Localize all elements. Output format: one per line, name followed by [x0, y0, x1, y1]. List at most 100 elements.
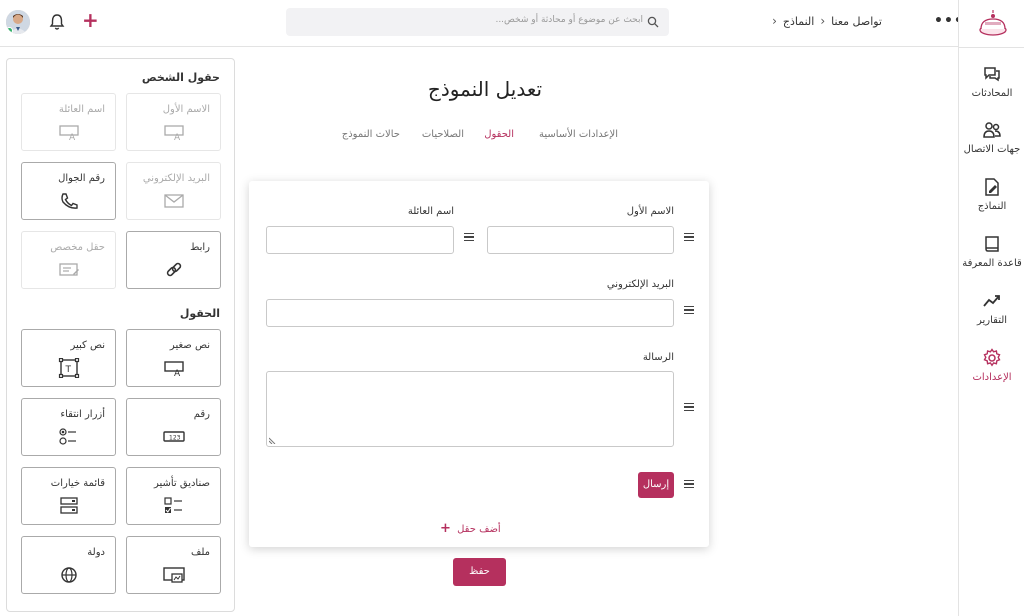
field-tile-number[interactable]: رقم 123 — [126, 398, 221, 456]
logo[interactable] — [977, 8, 1009, 38]
search-bar[interactable]: ابحث عن موضوع أو محادثة أو شخص... — [286, 8, 669, 36]
drag-handle-icon[interactable] — [684, 480, 694, 489]
gear-icon — [983, 348, 1001, 367]
add-icon[interactable]: + — [82, 10, 99, 30]
field-tile-last-name[interactable]: اسم العائلة A — [21, 93, 116, 151]
add-field-label: أضف حقل — [457, 524, 501, 535]
field-tile-small-text[interactable]: نص صغير A — [126, 329, 221, 387]
sidebar-item-label: قاعدة المعرفة — [962, 258, 1022, 269]
svg-text:A: A — [174, 133, 181, 142]
save-button[interactable]: حفظ — [453, 558, 506, 586]
message-label: الرسالة — [642, 352, 674, 363]
field-tile-email[interactable]: البريد الإلكتروني — [126, 162, 221, 220]
drag-handle-icon[interactable] — [684, 306, 694, 315]
top-bar: + ابحث عن موضوع أو محادثة أو شخص... تواص… — [0, 0, 963, 47]
sidebar-item-label: الإعدادات — [972, 372, 1012, 383]
radio-icon — [59, 428, 76, 445]
svg-text:A: A — [69, 133, 76, 142]
sidebar-item-contacts[interactable]: جهات الاتصال — [959, 120, 1024, 155]
field-tile-country[interactable]: دولة — [21, 536, 116, 594]
message-textarea[interactable] — [266, 371, 674, 447]
sidebar-item-conversations[interactable]: المحادثات — [959, 64, 1024, 99]
phone-icon — [61, 193, 78, 209]
sidebar-item-settings[interactable]: الإعدادات — [959, 348, 1024, 383]
field-tile-label: ملف — [190, 547, 210, 558]
field-tile-label: نص صغير — [169, 340, 210, 351]
forms-icon — [985, 178, 999, 196]
svg-text:A: A — [174, 369, 181, 378]
dropdown-icon — [60, 497, 78, 514]
svg-text:T: T — [65, 365, 72, 375]
tab-permissions[interactable]: الصلاحيات — [422, 129, 464, 140]
sidebar-item-knowledge-base[interactable]: قاعدة المعرفة — [959, 234, 1024, 269]
text-field-icon: A — [59, 125, 79, 142]
fields-heading: الحقول — [179, 307, 220, 320]
avatar[interactable] — [6, 10, 30, 34]
search-icon — [647, 16, 659, 28]
field-tile-label: الاسم الأول — [162, 104, 210, 115]
sidebar-item-label: جهات الاتصال — [963, 144, 1021, 155]
tab-basic-settings[interactable]: الإعدادات الأساسية — [539, 129, 618, 140]
field-tile-first-name[interactable]: الاسم الأول A — [126, 93, 221, 151]
tab-form-states[interactable]: حالات النموذج — [342, 129, 400, 140]
breadcrumb-item-contact-us[interactable]: تواصل معنا — [831, 15, 882, 28]
field-tile-label: قائمة خيارات — [50, 478, 105, 489]
sidebar-item-reports[interactable]: التقارير — [959, 291, 1024, 326]
bell-icon[interactable] — [49, 13, 65, 31]
drag-handle-icon[interactable] — [684, 233, 694, 242]
field-tile-label: حقل مخصص — [50, 242, 105, 253]
breadcrumb-item-forms[interactable]: النماذج — [783, 15, 814, 28]
chevron-left-icon: ‹ — [820, 14, 826, 28]
svg-text:123: 123 — [169, 435, 181, 442]
last-name-label: اسم العائلة — [407, 206, 454, 217]
person-fields-heading: حقول الشخص — [141, 71, 220, 84]
drag-handle-icon[interactable] — [684, 403, 694, 412]
first-name-label: الاسم الأول — [626, 206, 674, 217]
text-field-icon: A — [164, 125, 184, 142]
tab-fields[interactable]: الحقول — [484, 129, 514, 140]
sidebar-divider — [959, 47, 1024, 48]
field-tile-label: رقم — [193, 409, 210, 420]
small-text-icon: A — [164, 361, 184, 378]
sidebar-item-label: النماذج — [977, 201, 1007, 212]
book-icon — [985, 236, 999, 252]
add-field-button[interactable]: أضف حقل + — [440, 521, 501, 536]
chevron-left-icon: ‹ — [772, 14, 777, 28]
email-field[interactable] — [266, 299, 674, 327]
online-status-dot — [6, 27, 13, 34]
field-tile-label: رقم الجوال — [58, 173, 105, 184]
sidebar-item-label: التقارير — [976, 315, 1008, 326]
page-title: تعديل النموذج — [427, 77, 543, 101]
field-tile-dropdown[interactable]: قائمة خيارات — [21, 467, 116, 525]
field-tile-label: صناديق تأشير — [153, 478, 210, 489]
send-button[interactable]: إرسال — [638, 472, 674, 498]
field-tile-label: رابط — [190, 242, 210, 253]
breadcrumb: تواصل معنا ‹ النماذج ‹ — [772, 14, 882, 28]
resize-handle-icon[interactable] — [269, 436, 277, 444]
field-tile-file[interactable]: ملف — [126, 536, 221, 594]
field-tile-mobile[interactable]: رقم الجوال — [21, 162, 116, 220]
first-name-field[interactable] — [487, 226, 674, 254]
number-icon: 123 — [163, 431, 185, 442]
field-tile-label: أزرار انتقاء — [60, 409, 105, 420]
field-tile-label: دولة — [87, 547, 105, 558]
note-icon — [59, 263, 79, 276]
last-name-field[interactable] — [266, 226, 454, 254]
drag-handle-icon[interactable] — [464, 233, 474, 242]
plus-icon: + — [440, 521, 451, 536]
field-tile-custom[interactable]: حقل مخصص — [21, 231, 116, 289]
field-tile-label: اسم العائلة — [58, 104, 105, 115]
chat-icon — [984, 67, 1000, 82]
email-label: البريد الإلكتروني — [606, 279, 674, 290]
field-tile-link[interactable]: رابط — [126, 231, 221, 289]
field-tile-big-text[interactable]: نص كبير T — [21, 329, 116, 387]
big-text-icon: T — [58, 358, 80, 378]
field-tile-radio[interactable]: أزرار انتقاء — [21, 398, 116, 456]
field-tile-label: نص كبير — [70, 340, 105, 351]
envelope-icon — [164, 194, 184, 208]
sidebar-item-label: المحادثات — [971, 88, 1013, 99]
sidebar-item-forms[interactable]: النماذج — [959, 177, 1024, 212]
chart-icon — [983, 295, 1000, 307]
field-tile-checkboxes[interactable]: صناديق تأشير — [126, 467, 221, 525]
search-input[interactable]: ابحث عن موضوع أو محادثة أو شخص... — [495, 15, 643, 25]
